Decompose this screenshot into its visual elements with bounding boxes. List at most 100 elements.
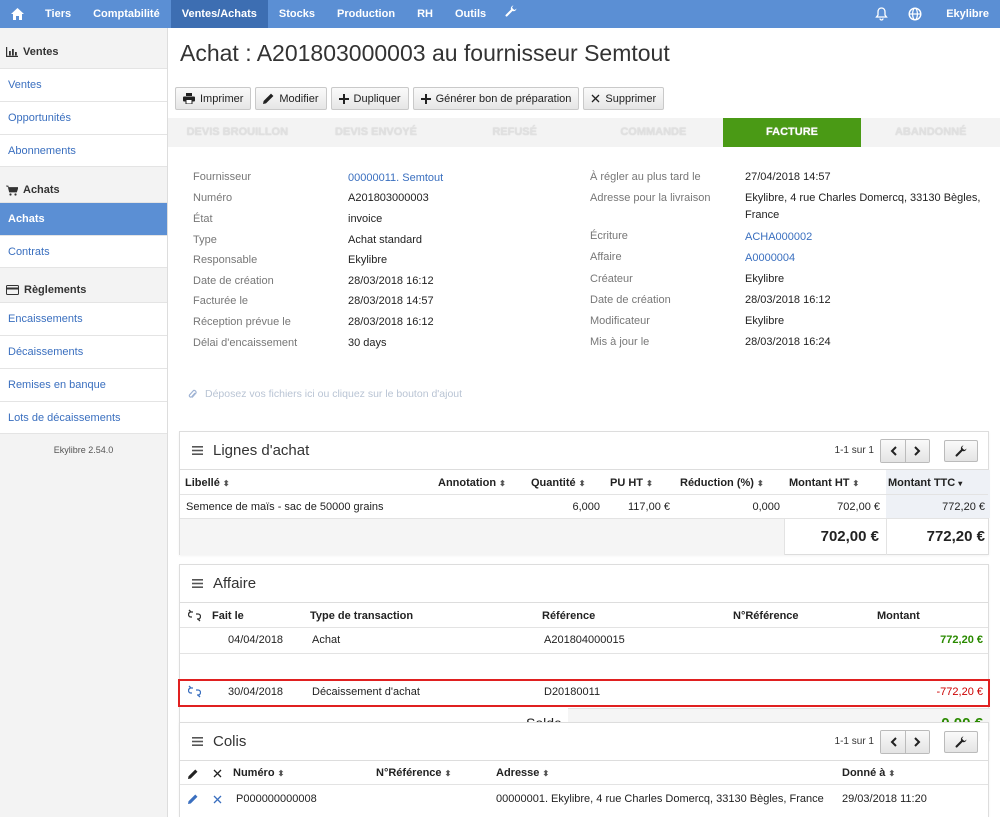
detail-label: Mis à jour le [590,336,650,348]
col-header-montant-ht[interactable]: Montant HT ⬍ [789,477,859,489]
detail-value: Ekylibre [348,254,388,266]
affair-panel: Affaire Fait le Type de transaction Réfé… [178,564,990,741]
sidebar-item-contrats[interactable]: Contrats [0,235,167,268]
status-step[interactable]: DEVIS ENVOYÉ [307,118,446,147]
print-button[interactable]: Imprimer [175,87,252,110]
cell-type: Achat [312,634,341,646]
page-title: Achat : A201803000003 au fournisseur Sem… [180,40,670,66]
parcel-number-link[interactable]: P000000000008 [236,793,317,805]
cell-date: 30/04/2018 [228,686,284,698]
payment-ref-link[interactable]: D20180011 [544,686,600,698]
col-header-n-reference[interactable]: N°Référence ⬍ [376,767,451,779]
sidebar-item-ventes[interactable]: Ventes [0,68,167,101]
sidebar-section-label: Achats [23,184,60,196]
close-icon [213,769,222,778]
file-dropzone[interactable]: Déposez vos fichiers ici ou cliquez sur … [188,388,462,400]
col-header-montant-ttc[interactable]: Montant TTC ▾ [888,477,962,489]
next-page-button[interactable] [905,439,929,462]
panel-title: Affaire [213,575,257,592]
cell-pu-ht: 117,00 € [627,501,670,513]
edit-button[interactable]: Modifier [255,87,327,110]
generate-preparation-button[interactable]: Générer bon de préparation [412,87,580,110]
nav-production[interactable]: Production [326,0,406,28]
user-menu[interactable]: Ekylibre [932,0,1000,28]
list-icon [192,579,203,588]
row-divider [180,494,988,495]
nav-tiers[interactable]: Tiers [34,0,82,28]
list-icon [192,446,203,455]
purchase-ref-link[interactable]: A201804000015 [544,634,625,646]
nav-ventes-achats[interactable]: Ventes/Achats [170,0,268,28]
language-button[interactable] [898,0,932,28]
duplicate-button[interactable]: Dupliquer [330,87,409,110]
status-step[interactable]: ABANDONNÉ [861,118,1000,147]
nav-stocks[interactable]: Stocks [268,0,326,28]
home-icon [10,8,24,20]
generate-label: Générer bon de préparation [435,92,572,105]
status-step[interactable]: COMMANDE [584,118,723,147]
col-header-donne-a[interactable]: Donné à ⬍ [842,767,895,779]
sidebar-item-lots-de-decaissements[interactable]: Lots de décaissements [0,401,167,434]
sidebar-item-opportunites[interactable]: Opportunités [0,101,167,134]
sidebar-item-abonnements[interactable]: Abonnements [0,134,167,167]
sidebar-item-remises-en-banque[interactable]: Remises en banque [0,368,167,401]
sidebar-item-achats[interactable]: Achats [0,202,167,235]
sidebar-item-encaissements[interactable]: Encaissements [0,302,167,335]
nav-rh[interactable]: RH [406,0,444,28]
next-page-button[interactable] [905,730,929,753]
detail-label: Délai d'encaissement [193,337,298,349]
detail-label: Numéro [193,192,233,204]
col-header-pu-ht[interactable]: PU HT ⬍ [610,477,653,489]
pencil-icon[interactable] [188,794,198,804]
dropzone-text: Déposez vos fichiers ici ou cliquez sur … [205,388,463,400]
wrench-icon [955,445,967,457]
col-header-reduction[interactable]: Réduction (%) ⬍ [680,477,764,489]
affair-link[interactable]: A0000004 [745,252,795,264]
globe-icon [908,7,922,21]
col-header-n-reference: N°Référence [733,610,799,622]
status-step[interactable]: REFUSÉ [445,118,584,147]
unlink-icon [188,609,201,622]
cell-address: 00000001. Ekylibre, 4 rue Charles Domerc… [496,793,824,805]
sidebar-item-decaissements[interactable]: Décaissements [0,335,167,368]
status-step[interactable]: DEVIS BROUILLON [168,118,307,147]
delete-button[interactable]: Supprimer [583,87,665,110]
col-header-type: Type de transaction [310,610,414,622]
prev-page-button[interactable] [881,439,905,462]
detail-value: A201803000003 [348,192,429,204]
col-header-annotation[interactable]: Annotation ⬍ [438,477,506,489]
purchase-lines-panel: Lignes d'achat 1-1 sur 1 Libellé ⬍ Annot… [179,431,990,555]
col-header-adresse[interactable]: Adresse ⬍ [496,767,549,779]
pager: 1-1 sur 1 [835,438,930,463]
prev-page-button[interactable] [881,730,905,753]
nav-outils[interactable]: Outils [444,0,497,28]
plus-icon [420,93,431,104]
detail-value: Ekylibre [745,315,785,327]
close-icon[interactable] [213,795,222,804]
paperclip-icon [188,389,197,398]
cell-libelle: Semence de maïs - sac de 50000 grains [186,501,384,513]
notifications-button[interactable] [864,0,898,28]
table-settings-button[interactable] [944,439,978,462]
unlink-icon[interactable] [188,685,201,698]
col-header-quantite[interactable]: Quantité ⬍ [531,477,585,489]
col-header-libelle[interactable]: Libellé ⬍ [185,477,230,489]
col-header-numero[interactable]: Numéro ⬍ [233,767,284,779]
supplier-link[interactable]: 00000011. Semtout [348,172,443,184]
detail-value: 28/03/2018 16:24 [745,336,831,348]
wrench-icon [505,5,517,17]
duplicate-label: Dupliquer [353,92,401,105]
nav-comptabilite[interactable]: Comptabilité [82,0,171,28]
cell-amount-positive: 772,20 € [940,634,983,646]
entry-link[interactable]: ACHA000002 [745,231,812,243]
settings-wrench-button[interactable] [497,0,525,28]
pager-label: 1-1 sur 1 [834,736,874,747]
pencil-icon [263,93,274,104]
panel-header: Colis 1-1 sur 1 [180,723,988,761]
table-settings-button[interactable] [944,730,978,753]
detail-value: 27/04/2018 14:57 [745,171,831,183]
detail-label: Fournisseur [193,171,252,183]
status-step-active[interactable]: FACTURE [722,118,862,147]
detail-value: 28/03/2018 16:12 [348,275,434,287]
home-button[interactable] [0,0,34,28]
